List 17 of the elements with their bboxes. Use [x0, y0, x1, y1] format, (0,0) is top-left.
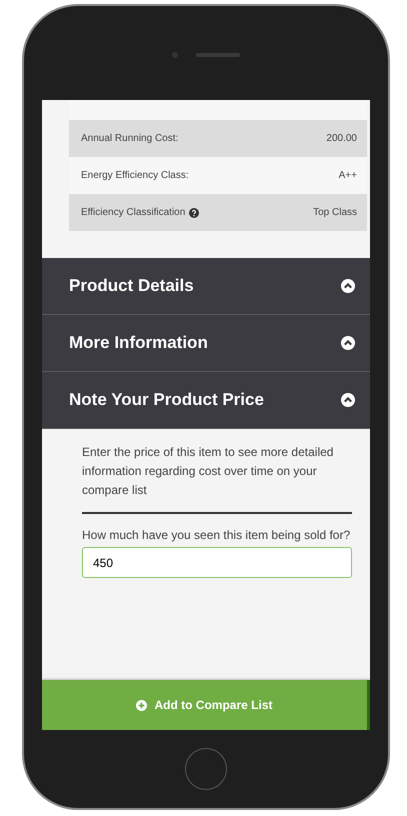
- price-question: How much have you seen this item being sold for?: [82, 527, 352, 544]
- intro-text: Enter the price of this item to see more detailed information regarding cost over time on your compare list: [82, 444, 334, 499]
- row-value: Top Class: [313, 207, 357, 218]
- accordion-header[interactable]: Note Your Product Price: [42, 372, 370, 429]
- chevron-up-icon: [341, 279, 355, 293]
- accordion-header[interactable]: More Information: [42, 315, 370, 372]
- row-value: A++: [338, 170, 357, 181]
- row-value: 200.00: [326, 133, 357, 144]
- row-label: Annual Running Cost:: [81, 133, 178, 144]
- row-label: Energy Efficiency Class:: [81, 170, 189, 181]
- chevron-up-icon: [341, 393, 355, 407]
- row-label: Efficiency Classification: [81, 207, 186, 218]
- chevron-up-icon: [341, 336, 355, 350]
- accordion-header[interactable]: Product Details: [42, 258, 370, 315]
- plus-circle-icon: [136, 700, 148, 710]
- price-input[interactable]: 450: [82, 547, 352, 578]
- home-button[interactable]: [185, 748, 227, 790]
